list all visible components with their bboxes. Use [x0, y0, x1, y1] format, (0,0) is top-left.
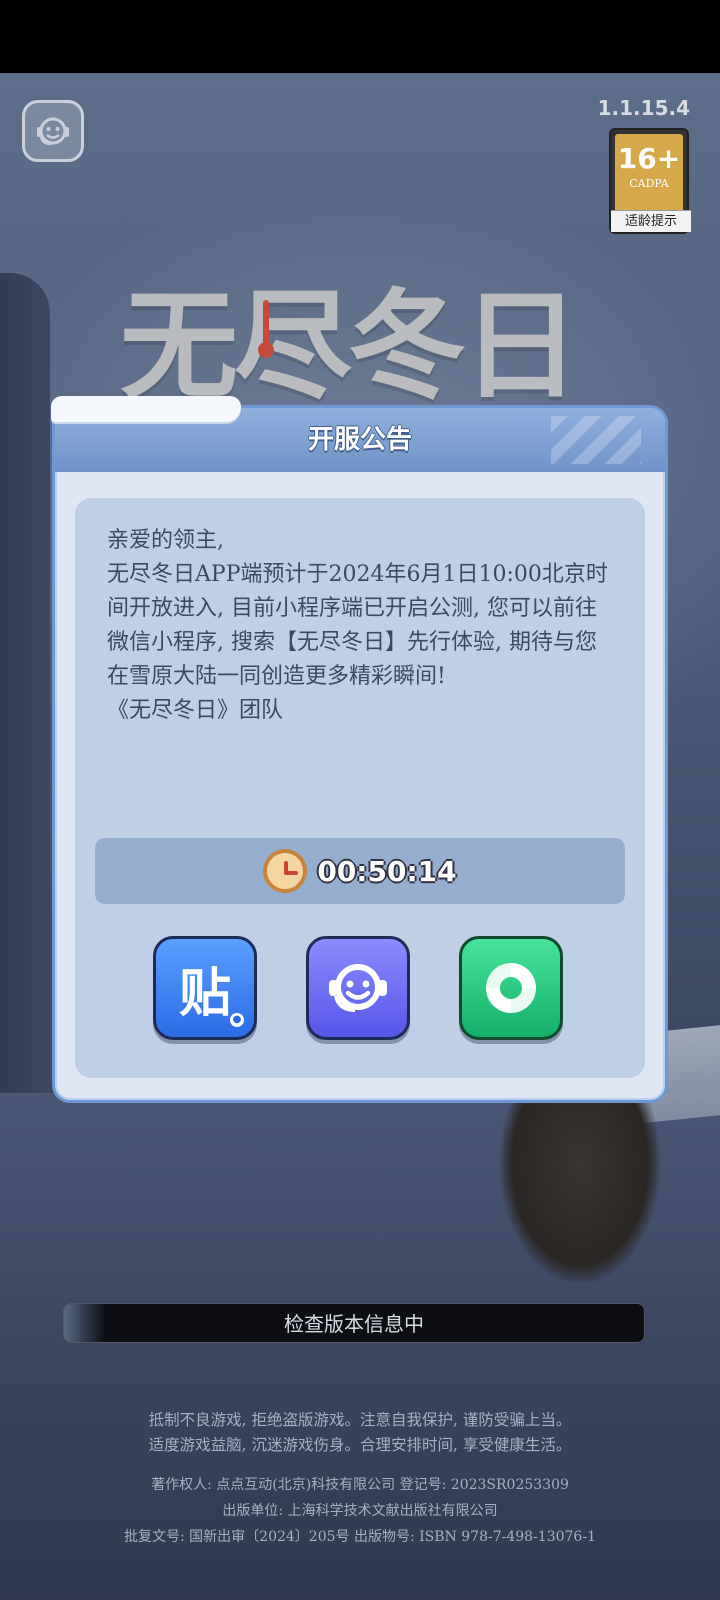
- copyright-line-1: 著作权人: 点点互动(北京)科技有限公司 登记号: 2023SR0253309: [151, 1477, 569, 1493]
- game-logo: 无尽冬日: [120, 250, 590, 415]
- age-rating-inner: 16+ CADPA 适龄提示: [611, 134, 691, 232]
- age-rating-badge[interactable]: 16+ CADPA 适龄提示: [609, 128, 691, 234]
- action-buttons: 贴 ●: [153, 936, 563, 1040]
- health-notice: 抵制不良游戏, 拒绝盗版游戏。注意自我保护, 谨防受骗上当。 适度游戏益脑, 沉…: [0, 1408, 720, 1458]
- notice-greeting: 亲爱的领主,: [107, 528, 224, 553]
- clock-icon: [263, 849, 308, 893]
- paw-icon: ●: [230, 1013, 244, 1027]
- tieba-button[interactable]: 贴 ●: [153, 936, 257, 1040]
- game-logo-text: 无尽冬日: [120, 277, 580, 415]
- dialog-title: 开服公告: [307, 425, 412, 455]
- loading-progress-bar: 检查版本信息中: [63, 1303, 645, 1343]
- share-icon: [486, 963, 536, 1013]
- status-bar: [0, 0, 720, 73]
- clock-hand-minute: [286, 871, 299, 875]
- tieba-icon: 贴: [178, 963, 231, 1024]
- copyright-info: 著作权人: 点点互动(北京)科技有限公司 登记号: 2023SR0253309 …: [0, 1472, 720, 1550]
- customer-service-icon: [329, 964, 387, 1012]
- notice-signature: 《无尽冬日》团队: [107, 698, 284, 723]
- health-notice-line-1: 抵制不良游戏, 拒绝盗版游戏。注意自我保护, 谨防受骗上当。: [148, 1411, 572, 1429]
- countdown-timer: 00:50:14: [317, 854, 457, 888]
- notice-text: 亲爱的领主, 无尽冬日APP端预计于2024年6月1日10:00北京时间开放进入…: [107, 524, 617, 728]
- age-rating-org: CADPA: [629, 177, 669, 190]
- thermometer-bar: [263, 300, 269, 346]
- age-rating-number: 16+: [617, 142, 681, 175]
- thermometer-icon: [258, 300, 274, 358]
- dialog-panel: 亲爱的领主, 无尽冬日APP端预计于2024年6月1日10:00北京时间开放进入…: [75, 498, 645, 1078]
- rock-left: [0, 273, 50, 1173]
- share-button[interactable]: [459, 936, 563, 1040]
- countdown-bar: 00:50:14: [95, 838, 625, 904]
- customer-service-action-button[interactable]: [306, 936, 410, 1040]
- copyright-line-2: 出版单位: 上海科学技术文献出版社有限公司: [222, 1503, 498, 1519]
- thermometer-bulb: [258, 342, 274, 358]
- copyright-line-3: 批复文号: 国新出审〔2024〕205号 出版物号: ISBN 978-7-49…: [124, 1529, 596, 1545]
- notice-body: 无尽冬日APP端预计于2024年6月1日10:00北京时间开放进入, 目前小程序…: [107, 562, 608, 689]
- customer-service-button[interactable]: [22, 100, 84, 162]
- headset-icon: [37, 117, 69, 146]
- version-label: 1.1.15.4: [597, 96, 690, 120]
- loading-status-text: 检查版本信息中: [284, 1312, 424, 1336]
- health-notice-line-2: 适度游戏益脑, 沉迷游戏伤身。合理安排时间, 享受健康生活。: [148, 1436, 572, 1454]
- character-silhouette: [500, 1083, 660, 1283]
- announcement-dialog: 开服公告 亲爱的领主, 无尽冬日APP端预计于2024年6月1日10:00北京时…: [51, 396, 668, 1103]
- age-rating-tip: 适龄提示: [611, 210, 691, 232]
